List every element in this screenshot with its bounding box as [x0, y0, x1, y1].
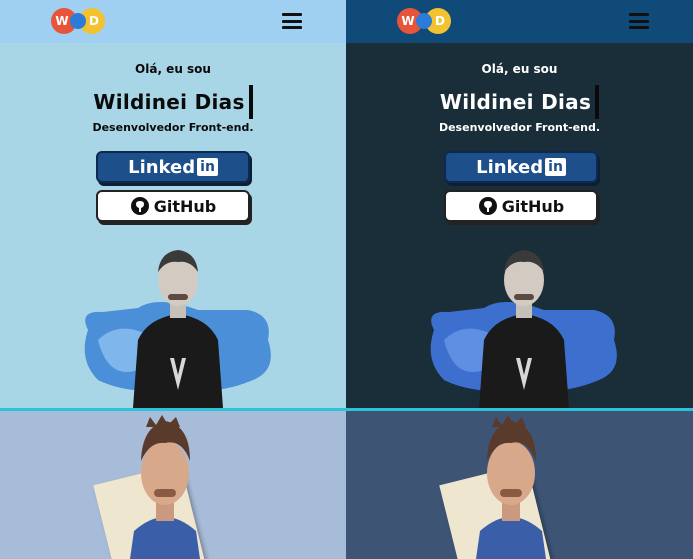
- logo-letter-d: D: [89, 14, 99, 28]
- light-theme-hero: W D Olá, eu sou Wildinei Dias Desenvolve…: [0, 0, 346, 408]
- github-button[interactable]: GitHub: [96, 190, 250, 222]
- github-button[interactable]: GitHub: [444, 190, 598, 222]
- github-icon: [130, 197, 149, 215]
- greeting: Olá, eu sou: [481, 62, 558, 76]
- linkedin-button[interactable]: Linked in: [444, 151, 598, 183]
- logo-letter-w: W: [401, 14, 414, 28]
- dark-theme-hero: W D Olá, eu sou Wildinei Dias Desenvolve…: [346, 0, 693, 408]
- linkedin-in-box: in: [545, 158, 566, 176]
- linkedin-in-box: in: [197, 158, 218, 176]
- github-icon: [478, 197, 497, 215]
- logo[interactable]: W D: [50, 7, 106, 35]
- header: W D: [0, 0, 346, 43]
- about-photo: [130, 415, 200, 559]
- name-row: Wildinei Dias: [346, 85, 693, 119]
- logo-letter-d: D: [435, 14, 445, 28]
- greeting: Olá, eu sou: [135, 62, 211, 76]
- profile-photo: [430, 250, 617, 408]
- github-label: GitHub: [153, 196, 217, 216]
- linkedin-button[interactable]: Linked in: [96, 151, 250, 183]
- developer-role: Desenvolvedor Front-end.: [92, 121, 254, 134]
- header: W D: [346, 0, 693, 43]
- profile-photo: [84, 250, 271, 408]
- developer-role: Desenvolvedor Front-end.: [438, 121, 601, 134]
- dark-theme-about: [346, 411, 693, 559]
- linkedin-label: Linked: [476, 156, 544, 178]
- about-photo: [476, 415, 546, 559]
- github-label: GitHub: [501, 196, 565, 216]
- typing-caret: [248, 85, 253, 119]
- logo-letter-w: W: [55, 14, 68, 28]
- screenshot-grid: W D Olá, eu sou Wildinei Dias Desenvolve…: [0, 0, 693, 559]
- typing-caret: [595, 85, 600, 119]
- developer-name: Wildinei Dias: [439, 90, 592, 114]
- light-theme-about: [0, 411, 346, 559]
- developer-name: Wildinei Dias: [93, 90, 245, 114]
- hamburger-icon[interactable]: [282, 13, 302, 29]
- linkedin-label: Linked: [128, 156, 196, 178]
- name-row: Wildinei Dias: [0, 85, 346, 119]
- hamburger-icon[interactable]: [629, 13, 649, 29]
- logo[interactable]: W D: [396, 7, 452, 35]
